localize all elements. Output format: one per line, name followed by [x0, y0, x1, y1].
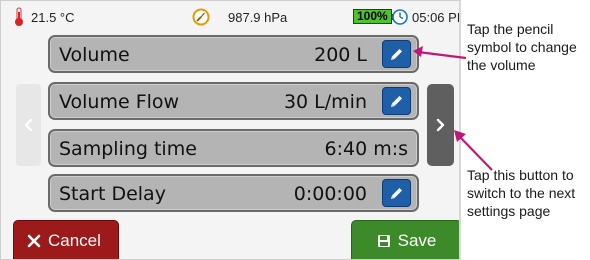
temperature-status: 21.5 °C: [13, 7, 75, 27]
gauge-icon: [192, 8, 210, 26]
status-bar: 21.5 °C 987.9 hPa 100% 05:06 PM: [1, 1, 459, 33]
cancel-button[interactable]: Cancel: [13, 220, 119, 259]
edit-volume-flow-button[interactable]: [382, 87, 411, 115]
annotation-line: the volume: [467, 57, 536, 73]
setting-label: Sampling time: [59, 138, 197, 160]
annotation-line: Tap this button to: [467, 167, 574, 183]
clock-icon: [392, 9, 408, 25]
save-label: Save: [397, 230, 437, 250]
setting-row-sampling-time: Sampling time 6:40 m:s: [48, 129, 419, 167]
thermometer-icon: [15, 7, 23, 26]
battery-icon: 100%: [353, 9, 395, 24]
setting-row-start-delay: Start Delay 0:00:00: [48, 174, 419, 212]
setting-value: 30 L/min: [283, 91, 367, 113]
device-screen: 21.5 °C 987.9 hPa 100% 05:06 PM: [0, 0, 461, 260]
annotation-line: Tap the pencil: [467, 21, 554, 37]
setting-label: Start Delay: [59, 183, 166, 205]
pressure-value: 987.9 hPa: [228, 9, 288, 25]
pencil-annotation: Tap the pencil symbol to change the volu…: [467, 20, 589, 74]
annotation-line: settings page: [467, 203, 551, 219]
close-icon: [27, 234, 41, 247]
chevron-right-icon: [436, 118, 445, 132]
edit-volume-button[interactable]: [382, 40, 411, 68]
pencil-icon: [391, 187, 402, 199]
annotation-line: switch to the next: [467, 185, 576, 201]
setting-value: 6:40 m:s: [324, 138, 408, 160]
pencil-icon: [391, 95, 402, 107]
cancel-label: Cancel: [48, 230, 101, 250]
time-value: 05:06 PM: [412, 9, 459, 25]
annotation-line: symbol to change: [467, 39, 577, 55]
pressure-status: 987.9 hPa: [192, 8, 287, 26]
floppy-disk-icon: [377, 234, 390, 247]
edit-start-delay-button[interactable]: [382, 179, 411, 207]
next-page-annotation: Tap this button to switch to the next se…: [467, 166, 589, 220]
setting-label: Volume: [59, 44, 130, 66]
temperature-value: 21.5 °C: [31, 9, 75, 25]
setting-value: 0:00:00: [293, 183, 367, 205]
setting-value: 200 L: [314, 44, 367, 66]
next-page-button[interactable]: [427, 84, 454, 166]
battery-status: 100%: [353, 9, 395, 24]
setting-row-volume: Volume 200 L: [48, 35, 419, 73]
setting-label: Volume Flow: [59, 91, 180, 113]
time-status: 05:06 PM: [392, 9, 459, 25]
previous-page-button[interactable]: [16, 84, 41, 166]
save-button[interactable]: Save: [351, 220, 459, 259]
setting-row-volume-flow: Volume Flow 30 L/min: [48, 82, 419, 120]
pencil-icon: [391, 48, 402, 60]
chevron-left-icon: [24, 118, 33, 132]
